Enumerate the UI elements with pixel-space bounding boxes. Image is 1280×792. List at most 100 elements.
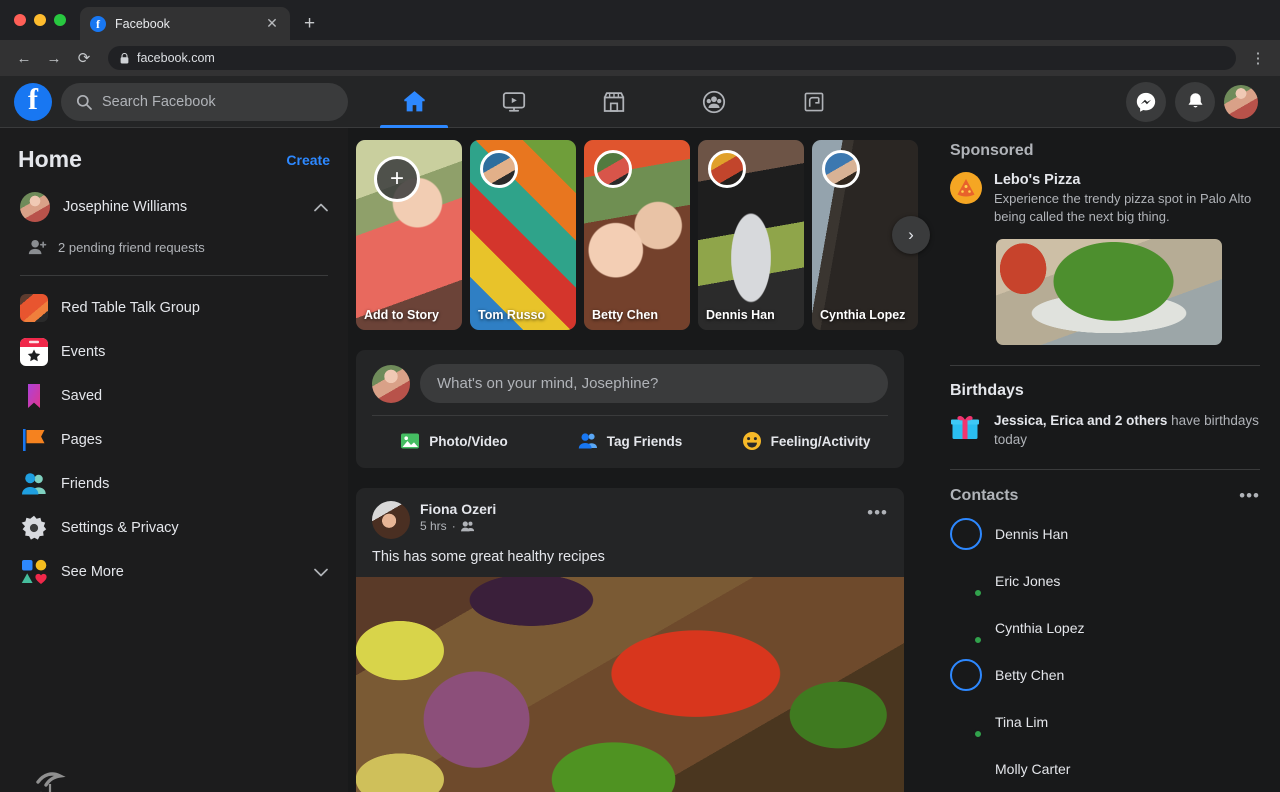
page-title: Home [18,146,82,172]
contact-avatar [950,658,982,691]
story-author-avatar [822,150,860,188]
contact-row[interactable]: Cynthia Lopez [950,604,1260,651]
post-header: Fiona Ozeri 5 hrs · ••• [356,488,904,545]
sidebar-item-friends[interactable]: Friends [14,462,334,506]
profile-avatar[interactable] [1224,84,1258,119]
friend-requests-label: 2 pending friend requests [58,239,205,255]
composer-input[interactable]: What's on your mind, Josephine? [420,364,888,403]
story-author-avatar [480,150,518,188]
facebook-logo-icon[interactable]: f [14,82,52,121]
story-card[interactable]: + Add to Story [356,140,462,330]
tag-friends-icon [578,431,598,451]
messenger-button[interactable] [1126,81,1166,122]
story-card[interactable]: Tom Russo [470,140,576,330]
nav-groups[interactable] [664,76,764,128]
sidebar-header: Home Create [14,142,334,185]
sidebar-item-label: Events [61,344,106,360]
add-story-button[interactable]: + [374,156,420,202]
contact-avatar [950,565,983,598]
sponsor-image[interactable] [996,239,1222,346]
new-tab-icon[interactable]: + [304,13,315,35]
close-window-button[interactable] [14,14,26,26]
feed-column: + Add to Story Tom Russo Betty Chen Denn… [348,128,930,792]
contact-name: Molly Carter [995,760,1071,777]
composer-action-label: Photo/Video [429,433,508,449]
post-photo[interactable] [356,577,904,792]
photo-video-button[interactable]: Photo/Video [366,423,542,459]
contact-row[interactable]: Betty Chen [950,651,1260,698]
friends-audience-icon [460,520,474,532]
minimize-window-button[interactable] [34,14,46,26]
sidebar-item-settings-privacy[interactable]: Settings & Privacy [14,506,334,550]
contact-row[interactable]: Molly Carter [950,745,1260,792]
sidebar-item-label: Settings & Privacy [61,520,179,536]
story-card[interactable]: Betty Chen [584,140,690,330]
story-label: Betty Chen [592,307,658,322]
feeling-activity-icon [742,431,762,451]
browser-chrome: f Facebook ✕ + ← → ⟳ facebook.com ⋮ [0,0,1280,76]
contact-row[interactable]: Eric Jones [950,557,1260,604]
sidebar-item-saved[interactable]: Saved [14,374,334,418]
post-author-avatar[interactable] [372,501,410,539]
forward-icon[interactable]: → [42,46,66,70]
pizza-logo-icon [950,172,982,204]
nav-watch[interactable] [464,76,564,128]
nav-home[interactable] [364,76,464,128]
url-bar-row: ← → ⟳ facebook.com ⋮ [0,40,1280,76]
contacts-header: Contacts ••• [950,486,1260,506]
story-label: Dennis Han [706,307,775,322]
sponsored-text-block: Lebo's Pizza Experience the trendy pizza… [994,172,1260,225]
sponsor-name[interactable]: Lebo's Pizza [994,172,1260,188]
top-bar-left: f Search Facebook [0,82,348,121]
stories-next-button[interactable]: › [892,216,930,254]
contact-row[interactable]: Tina Lim [950,698,1260,745]
story-author-avatar [594,150,632,188]
feeling-activity-button[interactable]: Feeling/Activity [718,423,894,459]
watch-video-icon [501,89,527,115]
chevron-down-icon[interactable] [314,568,328,577]
notifications-button[interactable] [1175,81,1215,122]
reload-icon[interactable]: ⟳ [72,46,96,70]
flag-icon [20,426,48,454]
close-tab-icon[interactable]: ✕ [264,15,280,32]
chevron-up-icon[interactable] [314,203,328,212]
sidebar-item-see-more[interactable]: See More [14,550,334,594]
back-icon[interactable]: ← [12,46,36,70]
composer-action-label: Feeling/Activity [770,433,871,449]
composer-actions: Photo/Video Tag Friends Feeling/Activity [356,416,904,468]
address-bar[interactable]: facebook.com [108,46,1236,70]
birthday-notice[interactable]: Jessica, Erica and 2 others have birthda… [950,412,1260,449]
sidebar-item-label: Saved [61,388,103,404]
sidebar-item-pages[interactable]: Pages [14,418,334,462]
tag-friends-button[interactable]: Tag Friends [542,423,718,459]
post-author-name[interactable]: Fiona Ozeri [420,501,496,517]
post-more-options-icon[interactable]: ••• [867,501,888,523]
post-composer-card: What's on your mind, Josephine? Photo/Vi… [356,350,904,468]
contact-row[interactable]: Dennis Han [950,510,1260,557]
sidebar-item-profile[interactable]: Josephine Williams [14,185,334,229]
story-card[interactable]: Dennis Han [698,140,804,330]
sponsored-title: Sponsored [950,142,1034,159]
search-input[interactable]: Search Facebook [61,82,348,121]
sidebar-item-friend-requests[interactable]: 2 pending friend requests [14,229,334,265]
marketplace-icon [601,89,627,115]
contacts-options-icon[interactable]: ••• [1239,486,1260,506]
online-status-dot [973,634,983,645]
sidebar-profile-name: Josephine Williams [63,199,188,215]
nav-gaming[interactable] [764,76,864,128]
stories-tray: + Add to Story Tom Russo Betty Chen Denn… [356,140,930,330]
gaming-icon [802,90,826,114]
composer-avatar[interactable] [372,364,410,403]
nav-marketplace[interactable] [564,76,664,128]
shapes-icon [20,558,48,586]
browser-menu-icon[interactable]: ⋮ [1248,49,1268,67]
sidebar-item-events[interactable]: Events [14,330,334,374]
tab-strip: f Facebook ✕ + [0,0,1280,40]
create-link[interactable]: Create [286,152,330,168]
sidebar-item-red-table-talk-group[interactable]: Red Table Talk Group [14,286,334,330]
search-placeholder: Search Facebook [102,93,216,110]
post-timestamp[interactable]: 5 hrs [420,519,447,533]
sponsored-ad[interactable]: Lebo's Pizza Experience the trendy pizza… [950,172,1260,225]
maximize-window-button[interactable] [54,14,66,26]
browser-tab[interactable]: f Facebook ✕ [80,7,290,40]
